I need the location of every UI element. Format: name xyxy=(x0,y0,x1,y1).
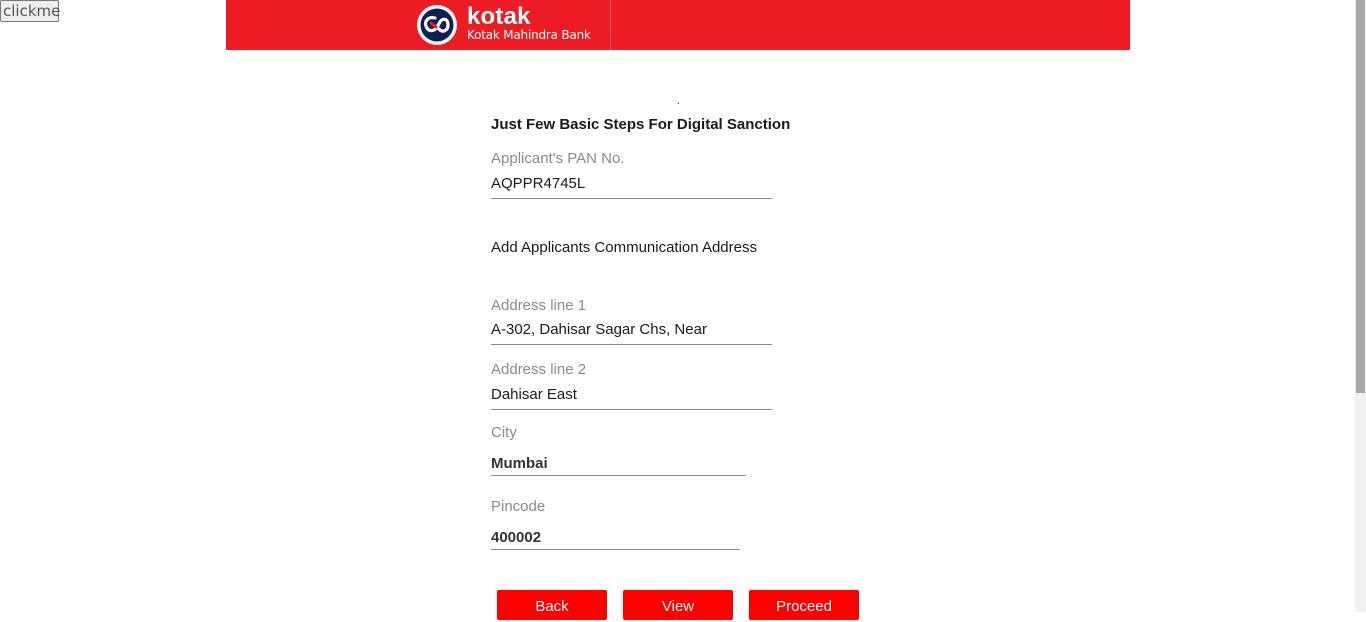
view-button[interactable]: View xyxy=(623,590,733,620)
decorative-dot: . xyxy=(677,96,680,107)
page-heading: Just Few Basic Steps For Digital Sanctio… xyxy=(491,116,791,133)
pincode-label: Pincode xyxy=(491,498,546,515)
header-divider xyxy=(610,0,611,50)
address-line2-underline xyxy=(491,409,772,410)
brand-name: kotak xyxy=(467,3,531,30)
pincode-underline xyxy=(491,549,740,550)
city-underline xyxy=(491,475,746,476)
pan-field[interactable]: AQPPR4745L xyxy=(491,175,585,192)
address-line1-field[interactable]: A-302, Dahisar Sagar Chs, Near xyxy=(491,321,707,338)
page-scrollbar[interactable] xyxy=(1355,0,1366,612)
brand-header: kotak Kotak Mahindra Bank xyxy=(226,0,1130,50)
pan-underline xyxy=(491,198,772,199)
clickme-button[interactable]: clickme xyxy=(0,0,60,22)
address-line2-label: Address line 2 xyxy=(491,361,587,378)
kotak-logo-icon xyxy=(417,5,457,45)
address-line1-label: Address line 1 xyxy=(491,297,587,314)
address-line2-field[interactable]: Dahisar East xyxy=(491,386,577,403)
address-line1-underline xyxy=(491,344,772,345)
pincode-field[interactable]: 400002 xyxy=(491,529,541,546)
address-heading: Add Applicants Communication Address xyxy=(491,239,757,256)
city-label: City xyxy=(491,424,517,441)
pan-label: Applicant's PAN No. xyxy=(491,150,625,167)
back-button[interactable]: Back xyxy=(497,590,607,620)
proceed-button[interactable]: Proceed xyxy=(749,590,859,620)
scrollbar-thumb[interactable] xyxy=(1356,0,1365,393)
city-field[interactable]: Mumbai xyxy=(491,455,548,472)
brand-subtitle: Kotak Mahindra Bank xyxy=(467,28,591,42)
